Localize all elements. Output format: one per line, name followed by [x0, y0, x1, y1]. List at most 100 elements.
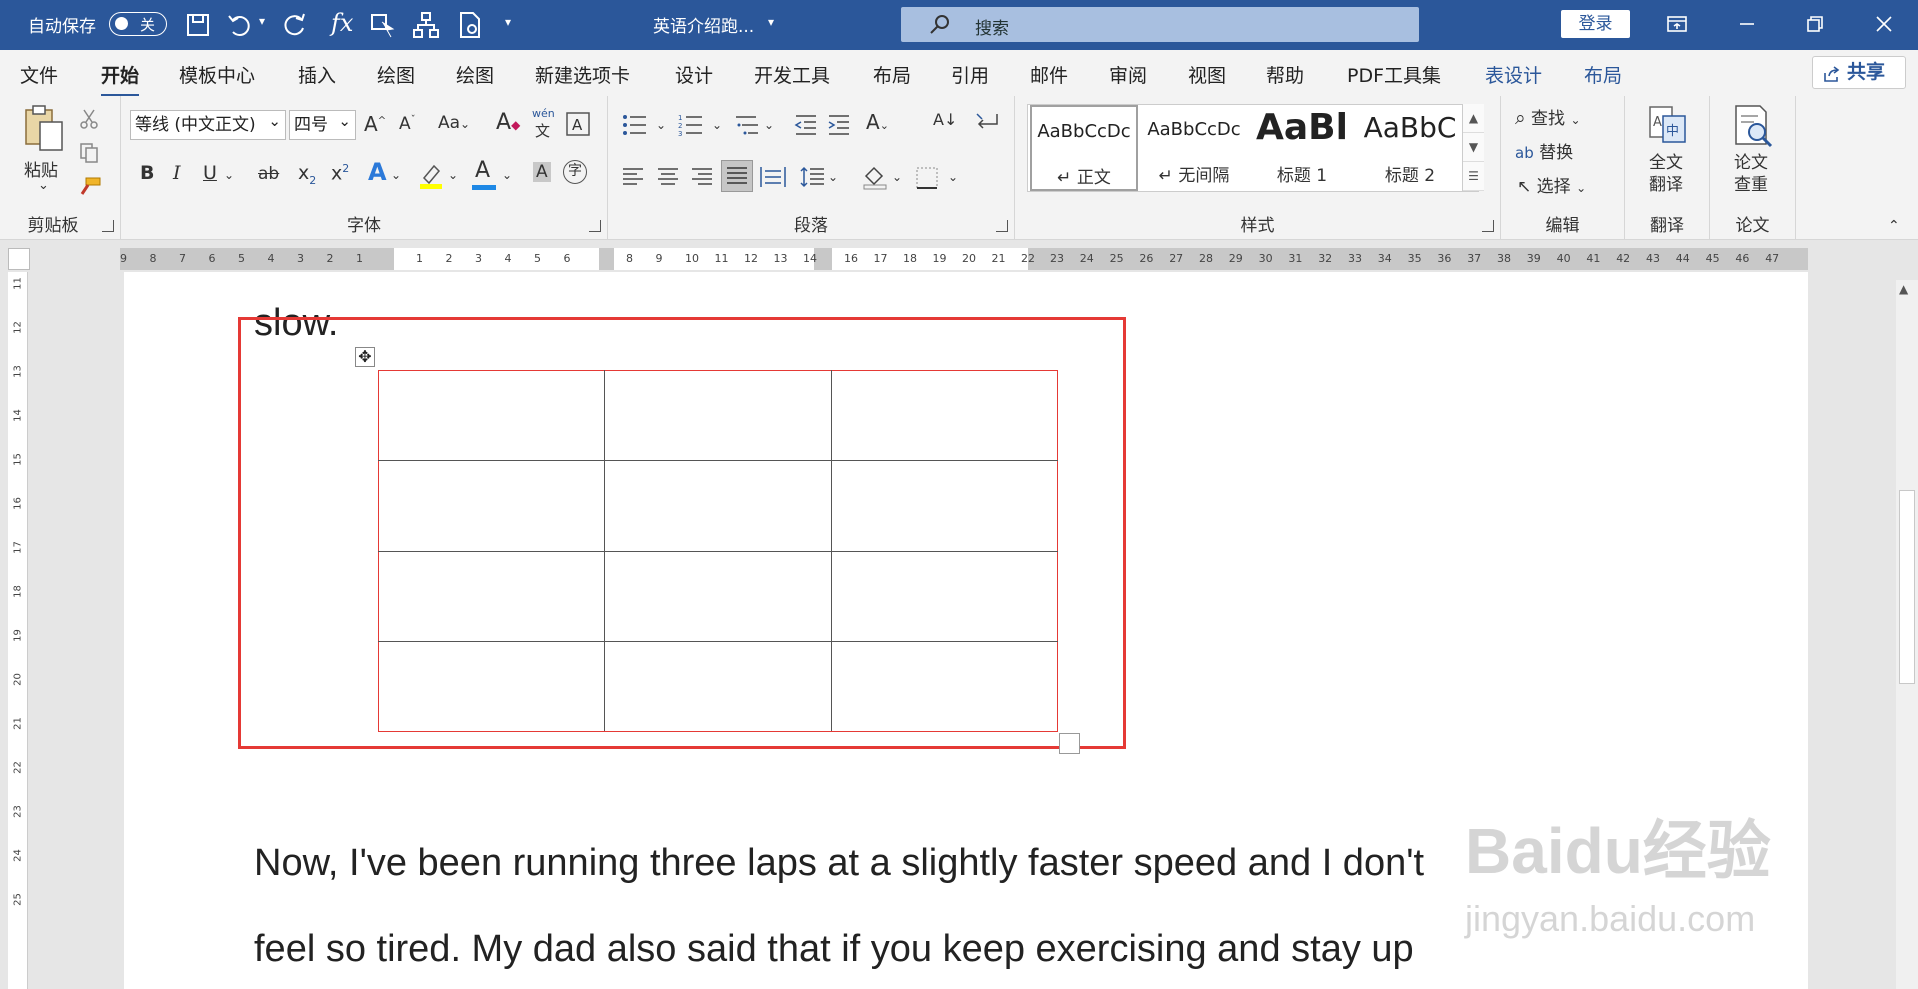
style-heading-2[interactable]: AaBbC 标题 2: [1356, 105, 1464, 191]
tab-file[interactable]: 文件: [20, 61, 58, 88]
decrease-indent-icon[interactable]: [794, 114, 818, 136]
replace-button[interactable]: ab 替换: [1515, 138, 1573, 163]
style-heading-1[interactable]: AaBl 标题 1: [1248, 105, 1356, 191]
bold-button[interactable]: B: [140, 162, 154, 184]
full-text-translate-icon[interactable]: A中: [1647, 104, 1689, 146]
phonetic-guide-icon[interactable]: 文: [535, 120, 550, 141]
text-effects-dropdown-icon[interactable]: ⌄: [391, 168, 401, 182]
undo-icon[interactable]: [225, 10, 255, 40]
styles-scroll-up-icon[interactable]: ▲: [1463, 104, 1484, 133]
scroll-up-icon[interactable]: ▲: [1899, 282, 1908, 296]
font-size-select[interactable]: 四号: [289, 110, 356, 140]
minimize-icon[interactable]: [1735, 12, 1759, 36]
ribbon-display-icon[interactable]: [1665, 12, 1689, 36]
share-button[interactable]: 共享: [1812, 56, 1906, 89]
title-dropdown-icon[interactable]: ▾: [768, 15, 774, 29]
clipboard-launcher-icon[interactable]: [102, 220, 114, 232]
borders-icon[interactable]: [915, 166, 939, 190]
table-cell[interactable]: [604, 369, 832, 462]
show-paragraph-marks-icon[interactable]: [973, 110, 1001, 136]
close-icon[interactable]: [1872, 12, 1896, 36]
change-case-button[interactable]: Aa⌄: [438, 113, 470, 133]
collapse-ribbon-icon[interactable]: ⌃: [1888, 218, 1900, 234]
document-table[interactable]: [377, 369, 1059, 733]
copy-icon[interactable]: [78, 142, 100, 164]
chinese-layout-icon[interactable]: A⌄: [866, 110, 889, 134]
table-cell[interactable]: [830, 460, 1059, 552]
save-icon[interactable]: [183, 10, 213, 40]
tab-review[interactable]: 审阅: [1109, 61, 1147, 88]
numbering-icon[interactable]: 123: [678, 114, 704, 136]
increase-indent-icon[interactable]: [827, 114, 851, 136]
tab-home[interactable]: 开始: [101, 61, 140, 97]
character-border-icon[interactable]: A: [565, 111, 591, 137]
subscript-button[interactable]: x2: [298, 162, 316, 187]
tab-table-layout[interactable]: 布局: [1584, 61, 1622, 88]
borders-dropdown-icon[interactable]: ⌄: [948, 170, 958, 184]
text-effects-icon[interactable]: A: [368, 158, 387, 186]
tab-layout[interactable]: 布局: [873, 61, 911, 88]
tab-selector[interactable]: [8, 248, 30, 270]
highlight-icon[interactable]: [418, 162, 444, 190]
font-color-icon[interactable]: A: [475, 158, 490, 183]
shading-icon[interactable]: [862, 164, 888, 190]
text-line-1[interactable]: Now, I've been running three laps at a s…: [254, 842, 1424, 885]
vertical-ruler[interactable]: 11 12 13 14 15 16 17 18 19 20 21 22 23 24 25: [8, 272, 28, 989]
tab-insert[interactable]: 插入: [298, 61, 336, 88]
tab-draw[interactable]: 绘图: [377, 61, 415, 88]
plagiarism-check-label[interactable]: 论文 查重: [1734, 152, 1768, 196]
numbering-dropdown-icon[interactable]: ⌄: [712, 118, 722, 132]
scroll-thumb[interactable]: [1899, 490, 1915, 684]
search-box[interactable]: 搜索: [901, 7, 1419, 42]
find-button[interactable]: ⌕ 查找 ⌄: [1515, 104, 1581, 129]
select-icon[interactable]: [368, 10, 398, 40]
tab-table-design[interactable]: 表设计: [1485, 61, 1542, 88]
table-cell[interactable]: [830, 369, 1059, 462]
paragraph-launcher-icon[interactable]: [996, 220, 1008, 232]
highlight-dropdown-icon[interactable]: ⌄: [448, 168, 458, 182]
document-title[interactable]: 英语介绍跑...: [653, 12, 754, 37]
table-cell[interactable]: [830, 640, 1059, 733]
vertical-scrollbar[interactable]: ▲: [1896, 280, 1918, 989]
style-normal[interactable]: AaBbCcDc ↵ 正文: [1030, 105, 1138, 191]
undo-dropdown-icon[interactable]: ▾: [259, 14, 265, 28]
table-move-handle-icon[interactable]: ✥: [355, 347, 375, 367]
distributed-icon[interactable]: [760, 166, 786, 188]
table-cell[interactable]: [830, 550, 1059, 642]
plagiarism-check-icon[interactable]: [1732, 104, 1776, 148]
paste-icon[interactable]: [20, 104, 66, 152]
font-name-select[interactable]: 等线 (中文正文): [130, 110, 286, 140]
table-cell[interactable]: [377, 550, 606, 642]
table-cell[interactable]: [604, 640, 832, 733]
tab-view[interactable]: 视图: [1188, 61, 1226, 88]
underline-dropdown-icon[interactable]: ⌄: [224, 168, 234, 182]
line-spacing-dropdown-icon[interactable]: ⌄: [828, 170, 838, 184]
cut-icon[interactable]: [78, 108, 100, 130]
style-no-spacing[interactable]: AaBbCcDc ↵ 无间隔: [1140, 105, 1248, 191]
shrink-font-icon[interactable]: Aˇ: [399, 114, 416, 134]
tab-references[interactable]: 引用: [951, 61, 989, 88]
character-shading-icon[interactable]: A: [533, 162, 551, 182]
enclose-characters-icon[interactable]: 字: [563, 160, 587, 184]
function-icon[interactable]: fx: [331, 9, 353, 37]
bullets-icon[interactable]: [622, 114, 648, 136]
justify-button[interactable]: [721, 160, 753, 192]
table-cell[interactable]: [377, 460, 606, 552]
redo-icon[interactable]: [280, 10, 310, 40]
restore-icon[interactable]: [1803, 12, 1827, 36]
shading-dropdown-icon[interactable]: ⌄: [892, 170, 902, 184]
table-cell[interactable]: [377, 640, 606, 733]
grow-font-icon[interactable]: A^: [364, 112, 386, 136]
table-cell[interactable]: [604, 460, 832, 552]
text-line-2[interactable]: feel so tired. My dad also said that if …: [254, 928, 1414, 971]
align-center-icon[interactable]: [657, 166, 679, 188]
horizontal-ruler[interactable]: 9 8 7 6 5 4 3 2 1 1 2 3 4 5 6 8 9 10 11 12 13 14 16 17 18 19 20 21 2…: [120, 248, 1808, 270]
superscript-button[interactable]: x2: [331, 162, 349, 184]
print-preview-icon[interactable]: [455, 10, 485, 40]
table-cell[interactable]: [604, 550, 832, 642]
select-button[interactable]: ↖ 选择 ⌄: [1517, 172, 1586, 197]
line-spacing-icon[interactable]: [800, 166, 824, 188]
styles-more-icon[interactable]: ☰: [1463, 162, 1484, 191]
table-resize-handle[interactable]: [1059, 733, 1080, 754]
bullets-dropdown-icon[interactable]: ⌄: [656, 118, 666, 132]
